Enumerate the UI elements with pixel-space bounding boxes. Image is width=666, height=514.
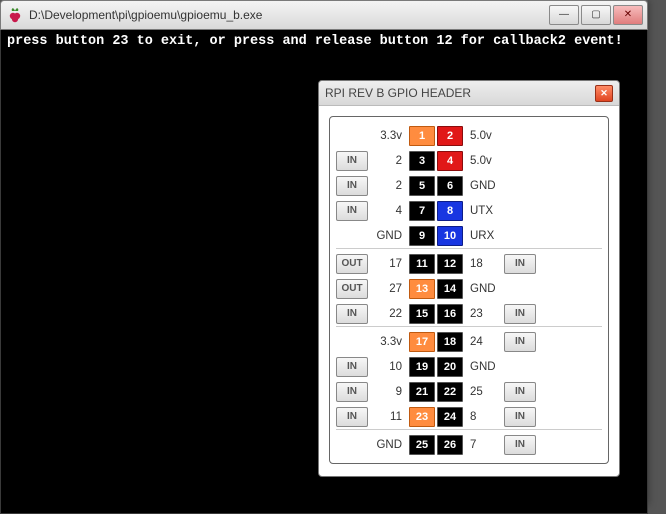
gpio-channel-label-left: 17 <box>368 258 408 270</box>
gpio-pin[interactable]: 20 <box>437 357 463 377</box>
gpio-channel-label-right: 5.0v <box>464 155 504 167</box>
gpio-pin[interactable]: 1 <box>409 126 435 146</box>
gpio-row: IN478UTX <box>336 198 602 223</box>
gpio-close-button[interactable]: ✕ <box>595 85 613 102</box>
gpio-channel-label-right: 24 <box>464 336 504 348</box>
gpio-row: IN101920GND <box>336 354 602 379</box>
raspberry-icon <box>7 7 23 23</box>
gpio-pin[interactable]: 7 <box>409 201 435 221</box>
gpio-channel-label-right: 5.0v <box>464 130 504 142</box>
gpio-mode-button-left[interactable]: IN <box>336 176 368 196</box>
gpio-row: OUT17111218IN <box>336 248 602 276</box>
gpio-row: OUT271314GND <box>336 276 602 301</box>
gpio-channel-label-right: UTX <box>464 205 504 217</box>
gpio-pin[interactable]: 15 <box>409 304 435 324</box>
gpio-pin[interactable]: 2 <box>437 126 463 146</box>
gpio-pin[interactable]: 26 <box>437 435 463 455</box>
close-button[interactable]: ✕ <box>613 5 643 25</box>
console-titlebar[interactable]: D:\Development\pi\gpioemu\gpioemu_b.exe … <box>0 0 648 30</box>
gpio-row: GND910URX <box>336 223 602 248</box>
gpio-pin[interactable]: 16 <box>437 304 463 324</box>
gpio-channel-label-left: 2 <box>368 180 408 192</box>
gpio-channel-label-right: 25 <box>464 386 504 398</box>
gpio-row: IN9212225IN <box>336 379 602 404</box>
gpio-channel-label-left: 22 <box>368 308 408 320</box>
gpio-mode-button-right[interactable]: IN <box>504 382 536 402</box>
gpio-mode-button-left[interactable]: IN <box>336 201 368 221</box>
console-title: D:\Development\pi\gpioemu\gpioemu_b.exe <box>29 8 549 22</box>
gpio-pin[interactable]: 19 <box>409 357 435 377</box>
gpio-channel-label-left: 27 <box>368 283 408 295</box>
gpio-row: 3.3v125.0v <box>336 123 602 148</box>
gpio-pin[interactable]: 22 <box>437 382 463 402</box>
gpio-channel-label-right: GND <box>464 283 504 295</box>
gpio-mode-button-right[interactable]: IN <box>504 407 536 427</box>
gpio-mode-button-left[interactable]: IN <box>336 357 368 377</box>
gpio-dialog-titlebar[interactable]: RPI REV B GPIO HEADER ✕ <box>319 81 619 106</box>
gpio-pin[interactable]: 23 <box>409 407 435 427</box>
gpio-channel-label-left: 3.3v <box>368 130 408 142</box>
gpio-channel-label-right: 23 <box>464 308 504 320</box>
console-output: press button 23 to exit, or press and re… <box>7 34 623 49</box>
gpio-mode-button-left[interactable]: IN <box>336 407 368 427</box>
gpio-row: IN22151623IN <box>336 301 602 326</box>
gpio-mode-button-right[interactable]: IN <box>504 304 536 324</box>
gpio-channel-label-left: 11 <box>368 411 408 423</box>
gpio-channel-label-left: 10 <box>368 361 408 373</box>
gpio-mode-button-left[interactable]: OUT <box>336 254 368 274</box>
gpio-channel-label-left: GND <box>368 439 408 451</box>
gpio-channel-label-right: URX <box>464 230 504 242</box>
gpio-dialog-body: 3.3v125.0vIN2345.0vIN256GNDIN478UTXGND91… <box>319 106 619 476</box>
gpio-row: IN1123248IN <box>336 404 602 429</box>
gpio-pin[interactable]: 12 <box>437 254 463 274</box>
gpio-pin[interactable]: 25 <box>409 435 435 455</box>
gpio-channel-label-left: GND <box>368 230 408 242</box>
gpio-pin[interactable]: 18 <box>437 332 463 352</box>
gpio-mode-button-left[interactable]: IN <box>336 151 368 171</box>
gpio-pin[interactable]: 9 <box>409 226 435 246</box>
gpio-row: GND25267IN <box>336 429 602 457</box>
gpio-channel-label-left: 4 <box>368 205 408 217</box>
gpio-channel-label-right: 8 <box>464 411 504 423</box>
gpio-mode-button-left[interactable]: IN <box>336 304 368 324</box>
window-controls: — ▢ ✕ <box>549 5 643 25</box>
gpio-pin[interactable]: 3 <box>409 151 435 171</box>
gpio-pin[interactable]: 5 <box>409 176 435 196</box>
gpio-mode-button-right[interactable]: IN <box>504 332 536 352</box>
gpio-row: IN2345.0v <box>336 148 602 173</box>
maximize-button[interactable]: ▢ <box>581 5 611 25</box>
gpio-mode-button-right[interactable]: IN <box>504 435 536 455</box>
gpio-mode-button-left[interactable]: OUT <box>336 279 368 299</box>
gpio-channel-label-right: GND <box>464 361 504 373</box>
gpio-channel-label-left: 9 <box>368 386 408 398</box>
gpio-row: 3.3v171824IN <box>336 326 602 354</box>
gpio-channel-label-left: 2 <box>368 155 408 167</box>
gpio-channel-label-right: 18 <box>464 258 504 270</box>
gpio-pin[interactable]: 21 <box>409 382 435 402</box>
gpio-pin-grid: 3.3v125.0vIN2345.0vIN256GNDIN478UTXGND91… <box>329 116 609 464</box>
minimize-button[interactable]: — <box>549 5 579 25</box>
gpio-mode-button-right[interactable]: IN <box>504 254 536 274</box>
gpio-pin[interactable]: 6 <box>437 176 463 196</box>
gpio-dialog: RPI REV B GPIO HEADER ✕ 3.3v125.0vIN2345… <box>318 80 620 477</box>
gpio-row: IN256GND <box>336 173 602 198</box>
gpio-channel-label-left: 3.3v <box>368 336 408 348</box>
gpio-pin[interactable]: 10 <box>437 226 463 246</box>
gpio-mode-button-left[interactable]: IN <box>336 382 368 402</box>
gpio-pin[interactable]: 17 <box>409 332 435 352</box>
gpio-pin[interactable]: 11 <box>409 254 435 274</box>
gpio-pin[interactable]: 4 <box>437 151 463 171</box>
gpio-pin[interactable]: 8 <box>437 201 463 221</box>
gpio-channel-label-right: GND <box>464 180 504 192</box>
gpio-pin[interactable]: 14 <box>437 279 463 299</box>
gpio-pin[interactable]: 24 <box>437 407 463 427</box>
gpio-dialog-title: RPI REV B GPIO HEADER <box>325 86 595 100</box>
gpio-channel-label-right: 7 <box>464 439 504 451</box>
gpio-pin[interactable]: 13 <box>409 279 435 299</box>
